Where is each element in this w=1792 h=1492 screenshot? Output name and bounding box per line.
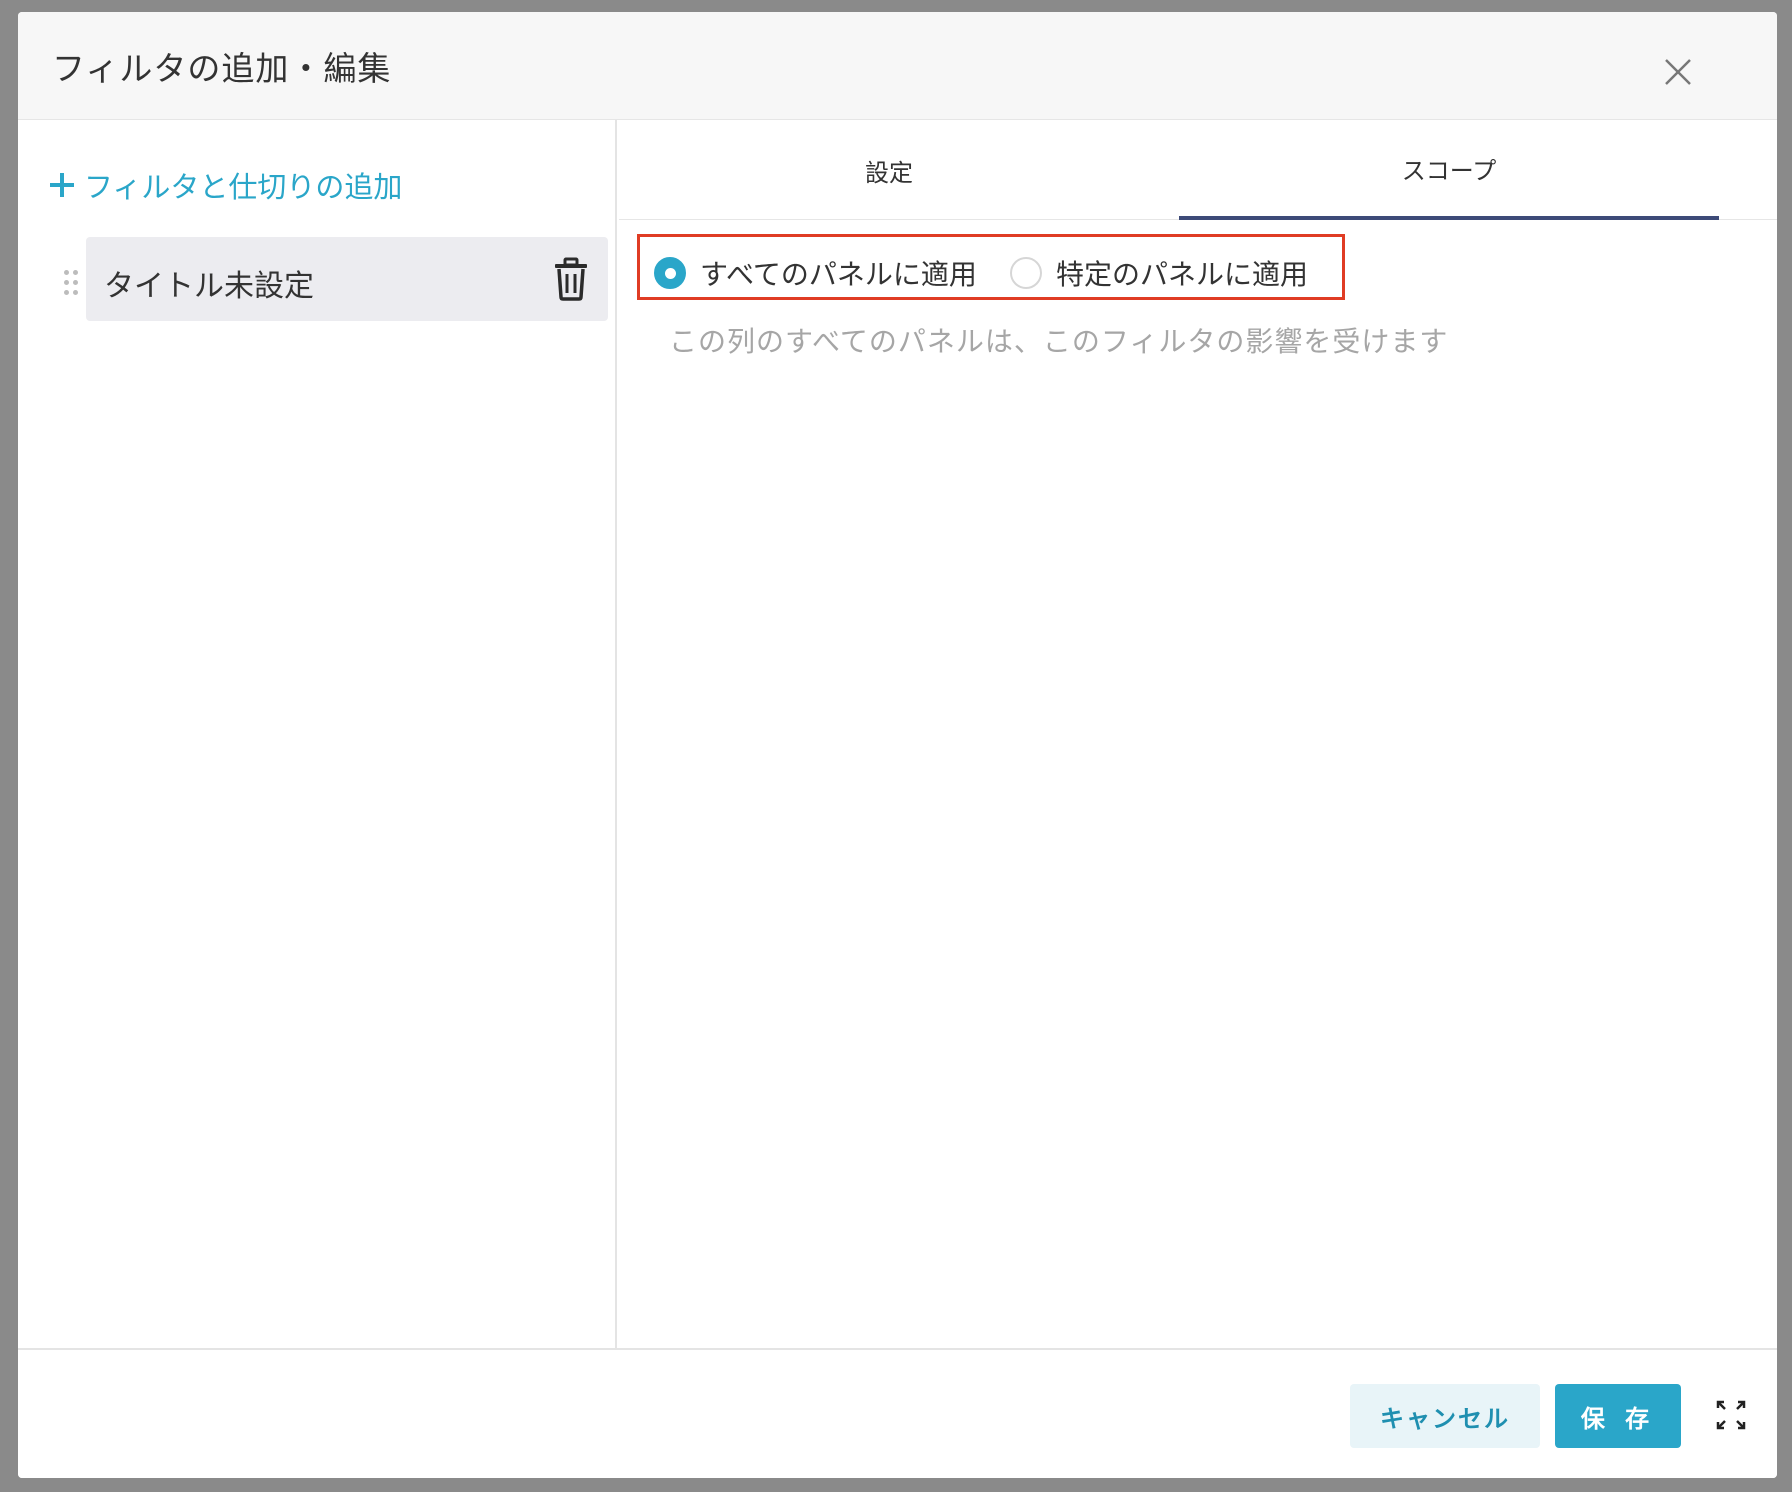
add-filter-label: フィルタと仕切りの追加: [84, 170, 403, 204]
scope-option-specific-label: 特定のパネルに適用: [1056, 258, 1309, 291]
filter-list-panel: フィルタと仕切りの追加 タイトル未設定: [18, 120, 617, 1348]
filter-dialog: フィルタの追加・編集 フィルタと仕切りの追加 タイトル未設定 設定 スコープ す…: [18, 12, 1777, 1478]
tab-scope[interactable]: スコープ: [1179, 120, 1719, 220]
trash-icon[interactable]: [551, 257, 591, 301]
close-icon[interactable]: [1658, 52, 1698, 92]
drag-handle-icon[interactable]: [64, 270, 78, 296]
dialog-footer: キャンセル 保 存: [18, 1348, 1777, 1478]
add-filter-link[interactable]: フィルタと仕切りの追加: [50, 164, 402, 206]
cancel-button[interactable]: キャンセル: [1350, 1384, 1540, 1448]
dialog-title: フィルタの追加・編集: [52, 49, 392, 88]
scope-option-specific-panels[interactable]: 特定のパネルに適用: [1010, 253, 1308, 293]
filter-item-label: タイトル未設定: [104, 269, 314, 304]
radio-unselected-icon[interactable]: [1010, 257, 1042, 289]
filter-config-panel: 設定 スコープ すべてのパネルに適用 特定のパネルに適用 この列のすべてのパネル…: [619, 120, 1777, 1348]
radio-selected-icon[interactable]: [654, 257, 686, 289]
tab-settings[interactable]: 設定: [619, 120, 1159, 220]
scope-description: この列のすべてのパネルは、このフィルタの影響を受けます: [669, 325, 1449, 358]
config-tabs: 設定 スコープ: [619, 120, 1777, 220]
dialog-header: フィルタの追加・編集: [18, 12, 1777, 120]
scope-options-highlight: すべてのパネルに適用 特定のパネルに適用: [637, 234, 1345, 300]
filter-list-item[interactable]: タイトル未設定: [86, 237, 608, 321]
expand-icon[interactable]: [1714, 1398, 1748, 1432]
save-button[interactable]: 保 存: [1555, 1384, 1681, 1448]
scope-option-all-panels[interactable]: すべてのパネルに適用: [654, 253, 977, 293]
plus-icon: [50, 173, 74, 197]
scope-option-all-label: すべてのパネルに適用: [700, 258, 977, 291]
